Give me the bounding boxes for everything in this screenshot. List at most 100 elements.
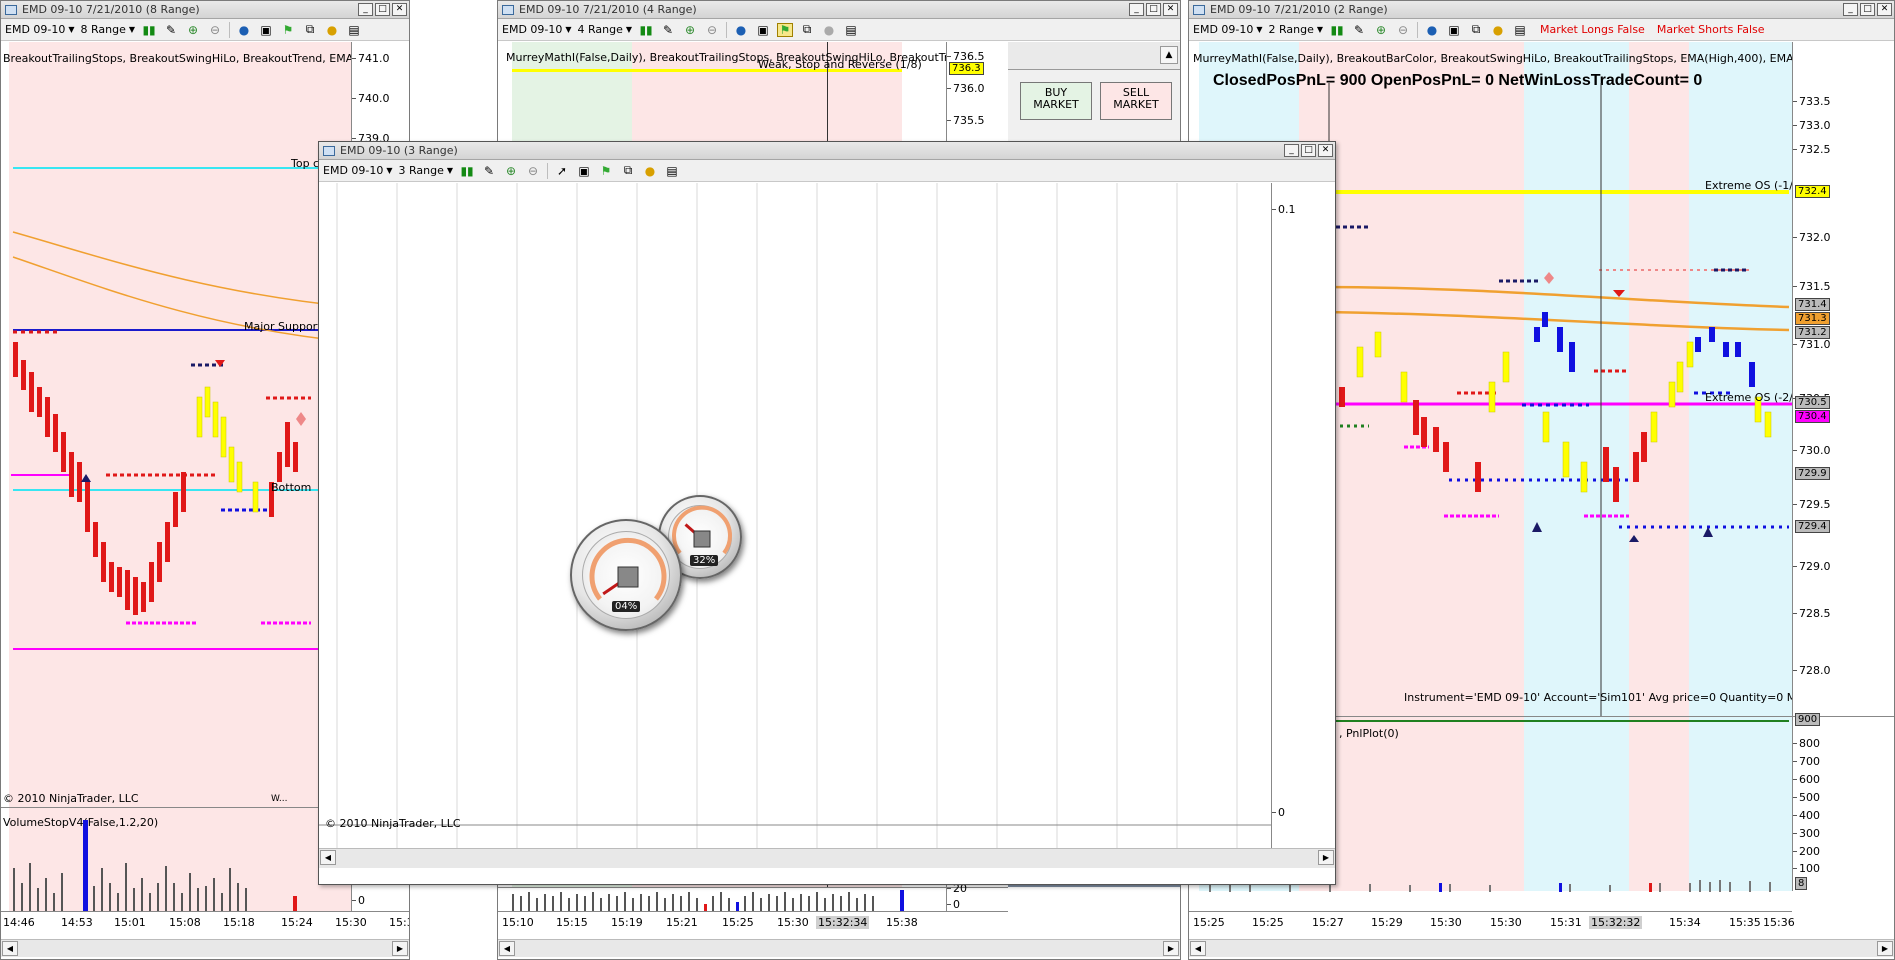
price-tick: 731.0 [1793, 338, 1831, 351]
time-axis[interactable]: 15:10 15:15 15:19 15:21 15:25 15:30 15:3… [498, 911, 1008, 933]
scroll-right-icon[interactable]: ▶ [392, 941, 408, 956]
zoom-in-icon[interactable]: ⊕ [185, 23, 201, 37]
price-tag: 729.4 [1795, 520, 1830, 533]
zoom-out-icon[interactable]: ⊖ [704, 23, 720, 37]
scroll-left-icon[interactable]: ◀ [499, 941, 515, 956]
instrument-selector[interactable]: EMD 09-10 ▼ [323, 164, 393, 177]
period-selector[interactable]: 4 Range ▼ [578, 23, 633, 36]
time-axis[interactable]: 15:25 15:25 15:27 15:29 15:30 15:30 15:3… [1189, 911, 1795, 933]
instrument-selector[interactable]: EMD 09-10 ▼ [5, 23, 75, 36]
chart-trader-icon[interactable]: ⧉ [620, 163, 636, 178]
properties-icon[interactable]: ▣ [1446, 23, 1462, 37]
window-title-bar[interactable]: EMD 09-10 7/21/2010 (4 Range) _ □ ✕ [498, 1, 1180, 19]
time-axis[interactable]: 14:46 14:53 15:01 15:08 15:18 15:24 15:3… [1, 911, 409, 933]
scroll-right-icon[interactable]: ▶ [1877, 941, 1893, 956]
minimize-button[interactable]: _ [1284, 144, 1299, 157]
globe-icon[interactable]: ● [733, 23, 749, 37]
strategy-icon[interactable]: ⚑ [777, 22, 794, 37]
strategy-icon[interactable]: ⚑ [598, 164, 614, 178]
instrument-selector[interactable]: EMD 09-10 ▼ [1193, 23, 1263, 36]
minimize-button[interactable]: _ [1843, 3, 1858, 16]
maximize-button[interactable]: □ [1146, 3, 1161, 16]
close-button[interactable]: ✕ [1163, 3, 1178, 16]
cursor-icon[interactable]: ➚ [554, 164, 570, 178]
bar-type-icon[interactable]: ▮▮ [638, 23, 654, 37]
scroll-left-icon[interactable]: ◀ [320, 850, 336, 865]
properties-icon[interactable]: ▣ [576, 164, 592, 178]
period-selector[interactable]: 2 Range ▼ [1269, 23, 1324, 36]
properties-icon[interactable]: ▣ [258, 23, 274, 37]
coin-icon[interactable]: ● [324, 23, 340, 37]
zoom-out-icon[interactable]: ⊖ [525, 164, 541, 178]
price-axis[interactable]: 0.1 0 [1271, 183, 1335, 848]
data-box-icon[interactable]: ▤ [664, 164, 680, 178]
zoom-out-icon[interactable]: ⊖ [207, 23, 223, 37]
toolbar-divider [547, 162, 549, 179]
zoom-in-icon[interactable]: ⊕ [682, 23, 698, 37]
bar-type-icon[interactable]: ▮▮ [459, 164, 475, 178]
strategy-icon[interactable]: ⚑ [280, 23, 296, 37]
buy-market-button[interactable]: BUY MARKET [1020, 82, 1092, 120]
window-title-bar[interactable]: EMD 09-10 7/21/2010 (2 Range) _ □ ✕ [1189, 1, 1894, 19]
zoom-in-icon[interactable]: ⊕ [503, 164, 519, 178]
cpu-meter-gadget[interactable]: 32% 04% [570, 495, 750, 635]
properties-icon[interactable]: ▣ [755, 23, 771, 37]
close-button[interactable]: ✕ [392, 3, 407, 16]
volume-panel[interactable]: 20 0 [498, 882, 1008, 912]
sell-market-button[interactable]: SELL MARKET [1100, 82, 1172, 120]
drawing-tool-icon[interactable]: ✎ [481, 164, 497, 178]
chart-trader-icon[interactable]: ⧉ [1468, 22, 1484, 37]
horizontal-scrollbar[interactable]: ◀ ▶ [498, 939, 1180, 957]
drawing-tool-icon[interactable]: ✎ [1351, 23, 1367, 37]
scroll-right-icon[interactable]: ▶ [1318, 850, 1334, 865]
scroll-left-icon[interactable]: ◀ [1190, 941, 1206, 956]
scroll-left-icon[interactable]: ◀ [2, 941, 18, 956]
coin-icon[interactable]: ● [821, 23, 837, 37]
horizontal-scrollbar[interactable]: ◀ ▶ [1, 939, 409, 957]
close-button[interactable]: ✕ [1318, 144, 1333, 157]
crosshair-time-label: 15:32:34 [816, 916, 870, 929]
collapse-icon[interactable]: ▲ [1160, 46, 1178, 64]
bar-type-icon[interactable]: ▮▮ [141, 23, 157, 37]
zoom-in-icon[interactable]: ⊕ [1373, 23, 1389, 37]
price-tick: 729.0 [1793, 560, 1831, 573]
zoom-out-icon[interactable]: ⊖ [1395, 23, 1411, 37]
time-label: 15:25 [722, 916, 754, 929]
data-box-icon[interactable]: ▤ [1512, 23, 1528, 37]
drawing-tool-icon[interactable]: ✎ [660, 23, 676, 37]
time-label: 15:30 [1490, 916, 1522, 929]
chart-trader-icon[interactable]: ⧉ [302, 22, 318, 37]
extreme-os-label-2: Extreme OS (-2/8) [1705, 391, 1805, 404]
coin-icon[interactable]: ● [1490, 23, 1506, 37]
period-selector[interactable]: 3 Range ▼ [399, 164, 454, 177]
price-panel[interactable]: 0.1 0 © 2010 NinjaTrader, LLC [319, 183, 1335, 848]
time-label: 15:36 [1763, 916, 1795, 929]
data-box-icon[interactable]: ▤ [346, 23, 362, 37]
coin-icon[interactable]: ● [642, 164, 658, 178]
window-title-bar[interactable]: EMD 09-10 (3 Range) _ □ ✕ [319, 142, 1335, 160]
instrument-selector[interactable]: EMD 09-10 ▼ [502, 23, 572, 36]
price-axis[interactable]: 733.5 733.0 732.5 732.0 731.5 731.0 730.… [1792, 42, 1894, 716]
maximize-button[interactable]: □ [1860, 3, 1875, 16]
drawing-tool-icon[interactable]: ✎ [163, 23, 179, 37]
period-selector[interactable]: 8 Range ▼ [81, 23, 136, 36]
minimize-button[interactable]: _ [1129, 3, 1144, 16]
maximize-button[interactable]: □ [1301, 144, 1316, 157]
price-axis-top-label: 741.0 [352, 52, 390, 65]
data-box-icon[interactable]: ▤ [843, 23, 859, 37]
minimize-button[interactable]: _ [358, 3, 373, 16]
volume-axis: 20 0 [946, 882, 1008, 911]
bar-type-icon[interactable]: ▮▮ [1329, 23, 1345, 37]
toolbar-divider [726, 21, 728, 38]
globe-icon[interactable]: ● [236, 23, 252, 37]
chart-trader-icon[interactable]: ⧉ [799, 22, 815, 37]
chart-window-3-range[interactable]: EMD 09-10 (3 Range) _ □ ✕ EMD 09-10 ▼ 3 R… [318, 141, 1336, 885]
window-title-bar[interactable]: EMD 09-10 7/21/2010 (8 Range) _ □ ✕ [1, 1, 409, 19]
time-label: 15:25 [1252, 916, 1284, 929]
scroll-right-icon[interactable]: ▶ [1163, 941, 1179, 956]
maximize-button[interactable]: □ [375, 3, 390, 16]
globe-icon[interactable]: ● [1424, 23, 1440, 37]
close-button[interactable]: ✕ [1877, 3, 1892, 16]
horizontal-scrollbar[interactable]: ◀ ▶ [319, 848, 1335, 868]
horizontal-scrollbar[interactable]: ◀ ▶ [1189, 939, 1894, 957]
